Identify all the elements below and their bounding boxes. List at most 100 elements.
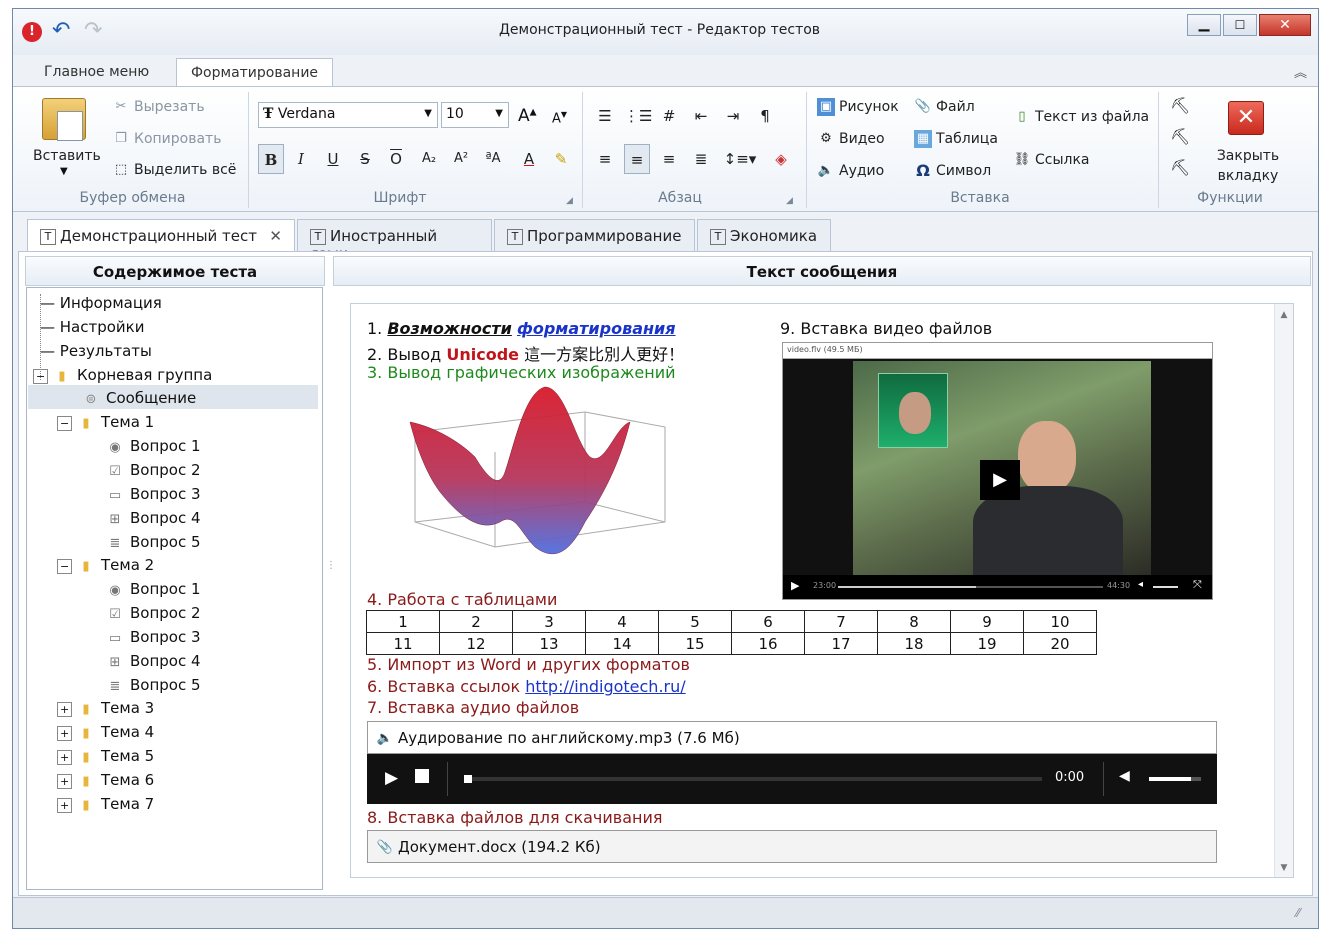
tree-item-settings[interactable]: — Настройки [40, 318, 145, 336]
font-size-select[interactable]: 10 ▼ [441, 102, 509, 128]
tree-item-root[interactable]: − ▮ Корневая группа [33, 366, 212, 384]
numbered-list-icon[interactable]: ⋮☰ [624, 101, 652, 131]
underline-button[interactable]: U [320, 144, 346, 174]
paste-icon[interactable] [42, 98, 86, 141]
doc-tab-foreign-language[interactable]: TИностранный язык [297, 219, 492, 263]
insert-link-button[interactable]: ⛓ Ссылка [1013, 151, 1090, 169]
resize-grip-icon[interactable]: ⁄⁄ [1296, 906, 1300, 920]
expand-icon[interactable]: + [57, 798, 73, 813]
line-spacing-icon[interactable]: ↕≡▾ [720, 144, 760, 174]
bullet-list-icon[interactable]: ☰ [592, 101, 618, 131]
tree-item-topic-1[interactable]: − ▮ Тема 1 [57, 413, 154, 431]
indigotech-link[interactable]: http://indigotech.ru/ [525, 677, 685, 696]
video-seekbar[interactable] [838, 586, 1103, 588]
expand-icon[interactable]: + [57, 774, 73, 789]
find-icon[interactable]: ⛏ [1170, 96, 1190, 115]
expand-icon[interactable]: + [57, 726, 73, 741]
minimize-button[interactable]: ▁ [1187, 14, 1221, 36]
tree-item-message[interactable]: ⊜ Сообщение [82, 389, 197, 407]
hash-icon[interactable]: # [656, 101, 682, 131]
doc-tab-economics[interactable]: T Экономика [697, 219, 831, 252]
video-volume-slider[interactable] [1153, 586, 1178, 588]
pilcrow-icon[interactable]: ¶ [752, 101, 778, 131]
italic-button[interactable]: I [288, 144, 314, 174]
strikethrough-button[interactable]: S [352, 144, 378, 174]
shrink-font-icon[interactable]: A▼ [552, 110, 567, 126]
expand-icon[interactable]: + [57, 750, 73, 765]
tree-item-question[interactable]: ☑ Вопрос 2 [106, 461, 200, 479]
download-file-bar[interactable]: 📎 Документ.docx (194.2 Кб) [367, 830, 1217, 863]
highlight-icon[interactable]: ✎ [548, 144, 574, 174]
copy-button[interactable]: ❐ Копировать [112, 130, 221, 148]
vertical-scrollbar[interactable]: ▲ ▼ [1274, 304, 1293, 877]
volume-icon[interactable]: ◀ [1119, 768, 1130, 784]
tree-item-topic-5[interactable]: + ▮ Тема 5 [57, 747, 154, 765]
tree-item-topic-6[interactable]: + ▮ Тема 6 [57, 771, 154, 789]
close-tab-button[interactable]: Закрыть вкладку [1206, 146, 1290, 186]
paste-button[interactable]: Вставить [33, 148, 101, 164]
subscript-button[interactable]: A₂ [416, 144, 442, 174]
align-right-icon[interactable]: ≡ [656, 144, 682, 174]
cut-button[interactable]: ✂ Вырезать [112, 98, 205, 116]
volume-icon[interactable]: ◂ [1138, 579, 1143, 590]
tree-item-question[interactable]: ◉ Вопрос 1 [106, 580, 200, 598]
tree-item-question[interactable]: ⊞ Вопрос 4 [106, 509, 201, 527]
insert-picture-button[interactable]: ▣ Рисунок [817, 98, 899, 116]
overline-button[interactable]: O [383, 144, 409, 174]
scroll-up-icon[interactable]: ▲ [1275, 310, 1293, 320]
tree-item-topic-2[interactable]: − ▮ Тема 2 [57, 556, 154, 574]
dialog-launcher-icon[interactable]: ◢ [566, 196, 573, 206]
superscript-button[interactable]: A² [448, 144, 474, 174]
font-family-select[interactable]: Ŧ Verdana ▼ [258, 102, 438, 128]
audio-player[interactable]: ▶ 0:00 ◀ [367, 754, 1217, 804]
tree-item-question[interactable]: ☑ Вопрос 2 [106, 604, 200, 622]
fullscreen-icon[interactable]: ⤧ [1193, 578, 1202, 592]
close-tab-icon[interactable]: ✕ [1228, 101, 1264, 135]
replace-icon[interactable]: ⛏ [1170, 158, 1190, 177]
play-icon[interactable]: ▶ [791, 579, 799, 592]
find-next-icon[interactable]: ⛏ [1170, 127, 1190, 146]
insert-table-button[interactable]: ▦ Таблица [914, 130, 998, 148]
collapse-icon[interactable]: − [57, 416, 73, 431]
close-icon[interactable]: ✕ [269, 227, 282, 245]
tree-item-question[interactable]: ◉ Вопрос 1 [106, 437, 200, 455]
increase-indent-icon[interactable]: ⇥ [720, 101, 746, 131]
doc-tab-programming[interactable]: T Программирование [494, 219, 695, 252]
play-icon[interactable]: ▶ [385, 768, 398, 788]
paste-dropdown-icon[interactable]: ▼ [60, 166, 68, 177]
tree-item-question[interactable]: ≣ Вопрос 5 [106, 676, 201, 694]
align-center-icon[interactable]: ≡ [624, 144, 650, 174]
close-window-button[interactable]: ✕ [1259, 14, 1311, 36]
decrease-indent-icon[interactable]: ⇤ [688, 101, 714, 131]
insert-audio-button[interactable]: 🔈 Аудио [817, 162, 884, 180]
insert-symbol-button[interactable]: Ω Символ [914, 162, 991, 180]
tree-item-topic-3[interactable]: + ▮ Тема 3 [57, 699, 154, 717]
justify-icon[interactable]: ≣ [688, 144, 714, 174]
doc-tab-demo[interactable]: T Демонстрационный тест ✕ [27, 219, 295, 252]
align-left-icon[interactable]: ≡ [592, 144, 618, 174]
font-color-button[interactable]: A [516, 144, 542, 174]
grow-font-icon[interactable]: A▲ [518, 106, 537, 126]
tree-item-topic-4[interactable]: + ▮ Тема 4 [57, 723, 154, 741]
scroll-down-icon[interactable]: ▼ [1275, 863, 1293, 873]
collapse-ribbon-icon[interactable]: ︽ [1294, 62, 1307, 81]
expand-icon[interactable]: + [57, 702, 73, 717]
tree-item-question[interactable]: ⊞ Вопрос 4 [106, 652, 201, 670]
audio-playhead[interactable] [464, 775, 472, 783]
tree-item-results[interactable]: — Результаты [40, 342, 152, 360]
change-case-button[interactable]: ªA [480, 144, 506, 174]
tab-main-menu[interactable]: Главное меню [30, 58, 163, 88]
splitter-handle[interactable]: ⋮ [326, 560, 336, 582]
play-overlay-icon[interactable]: ▶ [980, 460, 1020, 500]
insert-file-button[interactable]: 📎 Файл [914, 98, 975, 116]
insert-text-from-file-button[interactable]: ▯ Текст из файла [1013, 108, 1149, 126]
tab-formatting[interactable]: Форматирование [176, 58, 334, 88]
maximize-button[interactable]: ☐ [1223, 14, 1257, 36]
collapse-icon[interactable]: − [33, 369, 49, 384]
bold-button[interactable]: B [258, 144, 284, 174]
shading-icon[interactable]: ◈ [768, 144, 794, 174]
tree-item-question[interactable]: ▭ Вопрос 3 [106, 628, 201, 646]
tree-item-info[interactable]: — Информация [40, 294, 162, 312]
video-player[interactable]: video.flv (49.5 МБ) ▶ ▶ 23:00 44:30 ◂ ⤧ [782, 342, 1213, 600]
dialog-launcher-icon[interactable]: ◢ [786, 196, 793, 206]
